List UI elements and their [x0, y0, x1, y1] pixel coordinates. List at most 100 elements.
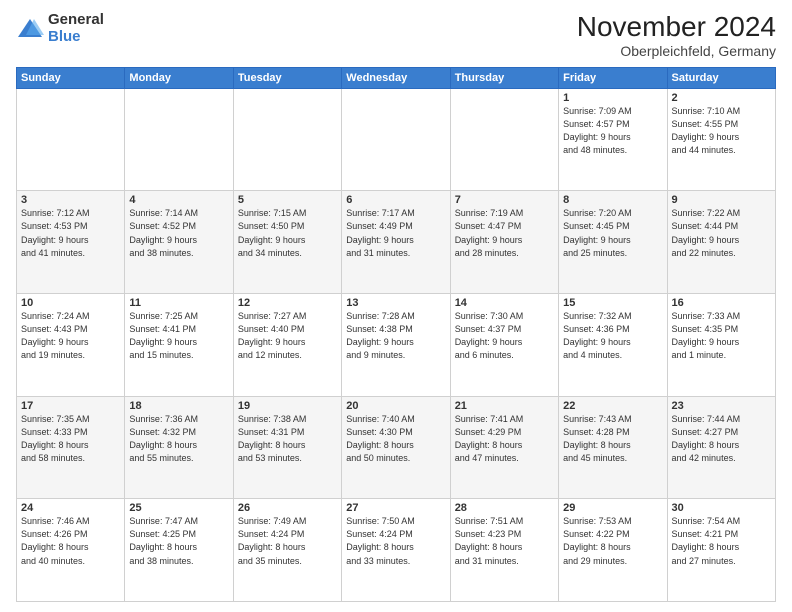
- day-info: Sunrise: 7:24 AM Sunset: 4:43 PM Dayligh…: [21, 310, 120, 362]
- day-number: 21: [455, 400, 554, 412]
- day-number: 26: [238, 502, 337, 514]
- day-number: 15: [563, 297, 662, 309]
- col-sunday: Sunday: [17, 67, 125, 88]
- day-number: 27: [346, 502, 445, 514]
- day-info: Sunrise: 7:51 AM Sunset: 4:23 PM Dayligh…: [455, 515, 554, 567]
- day-info: Sunrise: 7:49 AM Sunset: 4:24 PM Dayligh…: [238, 515, 337, 567]
- logo-icon: [16, 15, 44, 43]
- day-number: 23: [672, 400, 771, 412]
- calendar-cell-w2d3: 13Sunrise: 7:28 AM Sunset: 4:38 PM Dayli…: [342, 294, 450, 397]
- day-number: 6: [346, 194, 445, 206]
- calendar-cell-w3d2: 19Sunrise: 7:38 AM Sunset: 4:31 PM Dayli…: [233, 396, 341, 499]
- month-year-title: November 2024: [577, 12, 776, 43]
- calendar-cell-w1d4: 7Sunrise: 7:19 AM Sunset: 4:47 PM Daylig…: [450, 191, 558, 294]
- header: General Blue November 2024 Oberpleichfel…: [16, 12, 776, 59]
- title-block: November 2024 Oberpleichfeld, Germany: [577, 12, 776, 59]
- day-info: Sunrise: 7:41 AM Sunset: 4:29 PM Dayligh…: [455, 413, 554, 465]
- calendar-week-row-0: 1Sunrise: 7:09 AM Sunset: 4:57 PM Daylig…: [17, 88, 776, 191]
- day-info: Sunrise: 7:44 AM Sunset: 4:27 PM Dayligh…: [672, 413, 771, 465]
- day-info: Sunrise: 7:27 AM Sunset: 4:40 PM Dayligh…: [238, 310, 337, 362]
- day-number: 14: [455, 297, 554, 309]
- day-info: Sunrise: 7:19 AM Sunset: 4:47 PM Dayligh…: [455, 207, 554, 259]
- day-number: 30: [672, 502, 771, 514]
- day-info: Sunrise: 7:17 AM Sunset: 4:49 PM Dayligh…: [346, 207, 445, 259]
- day-info: Sunrise: 7:22 AM Sunset: 4:44 PM Dayligh…: [672, 207, 771, 259]
- calendar-cell-w3d1: 18Sunrise: 7:36 AM Sunset: 4:32 PM Dayli…: [125, 396, 233, 499]
- day-info: Sunrise: 7:12 AM Sunset: 4:53 PM Dayligh…: [21, 207, 120, 259]
- calendar-cell-w3d6: 23Sunrise: 7:44 AM Sunset: 4:27 PM Dayli…: [667, 396, 775, 499]
- day-info: Sunrise: 7:30 AM Sunset: 4:37 PM Dayligh…: [455, 310, 554, 362]
- day-info: Sunrise: 7:20 AM Sunset: 4:45 PM Dayligh…: [563, 207, 662, 259]
- day-number: 20: [346, 400, 445, 412]
- day-number: 10: [21, 297, 120, 309]
- logo-blue: Blue: [48, 29, 104, 46]
- calendar-cell-w4d2: 26Sunrise: 7:49 AM Sunset: 4:24 PM Dayli…: [233, 499, 341, 602]
- day-info: Sunrise: 7:53 AM Sunset: 4:22 PM Dayligh…: [563, 515, 662, 567]
- location-title: Oberpleichfeld, Germany: [577, 43, 776, 59]
- day-info: Sunrise: 7:36 AM Sunset: 4:32 PM Dayligh…: [129, 413, 228, 465]
- calendar-cell-w1d6: 9Sunrise: 7:22 AM Sunset: 4:44 PM Daylig…: [667, 191, 775, 294]
- day-number: 5: [238, 194, 337, 206]
- col-saturday: Saturday: [667, 67, 775, 88]
- day-info: Sunrise: 7:10 AM Sunset: 4:55 PM Dayligh…: [672, 105, 771, 157]
- calendar-cell-w4d1: 25Sunrise: 7:47 AM Sunset: 4:25 PM Dayli…: [125, 499, 233, 602]
- calendar-cell-w2d2: 12Sunrise: 7:27 AM Sunset: 4:40 PM Dayli…: [233, 294, 341, 397]
- calendar-cell-w3d5: 22Sunrise: 7:43 AM Sunset: 4:28 PM Dayli…: [559, 396, 667, 499]
- day-info: Sunrise: 7:09 AM Sunset: 4:57 PM Dayligh…: [563, 105, 662, 157]
- day-info: Sunrise: 7:40 AM Sunset: 4:30 PM Dayligh…: [346, 413, 445, 465]
- calendar-cell-w1d2: 5Sunrise: 7:15 AM Sunset: 4:50 PM Daylig…: [233, 191, 341, 294]
- calendar-cell-w3d0: 17Sunrise: 7:35 AM Sunset: 4:33 PM Dayli…: [17, 396, 125, 499]
- day-info: Sunrise: 7:33 AM Sunset: 4:35 PM Dayligh…: [672, 310, 771, 362]
- day-number: 9: [672, 194, 771, 206]
- calendar-cell-w2d5: 15Sunrise: 7:32 AM Sunset: 4:36 PM Dayli…: [559, 294, 667, 397]
- day-number: 12: [238, 297, 337, 309]
- calendar-week-row-2: 10Sunrise: 7:24 AM Sunset: 4:43 PM Dayli…: [17, 294, 776, 397]
- calendar-cell-w0d4: [450, 88, 558, 191]
- logo-general: General: [48, 12, 104, 29]
- calendar-cell-w0d2: [233, 88, 341, 191]
- day-info: Sunrise: 7:46 AM Sunset: 4:26 PM Dayligh…: [21, 515, 120, 567]
- calendar-cell-w2d0: 10Sunrise: 7:24 AM Sunset: 4:43 PM Dayli…: [17, 294, 125, 397]
- day-info: Sunrise: 7:43 AM Sunset: 4:28 PM Dayligh…: [563, 413, 662, 465]
- day-number: 17: [21, 400, 120, 412]
- day-number: 29: [563, 502, 662, 514]
- calendar-week-row-4: 24Sunrise: 7:46 AM Sunset: 4:26 PM Dayli…: [17, 499, 776, 602]
- day-info: Sunrise: 7:14 AM Sunset: 4:52 PM Dayligh…: [129, 207, 228, 259]
- col-thursday: Thursday: [450, 67, 558, 88]
- calendar-cell-w3d3: 20Sunrise: 7:40 AM Sunset: 4:30 PM Dayli…: [342, 396, 450, 499]
- calendar-header-row: Sunday Monday Tuesday Wednesday Thursday…: [17, 67, 776, 88]
- calendar-cell-w0d0: [17, 88, 125, 191]
- day-number: 22: [563, 400, 662, 412]
- day-number: 4: [129, 194, 228, 206]
- calendar-cell-w4d0: 24Sunrise: 7:46 AM Sunset: 4:26 PM Dayli…: [17, 499, 125, 602]
- col-friday: Friday: [559, 67, 667, 88]
- day-number: 18: [129, 400, 228, 412]
- day-number: 11: [129, 297, 228, 309]
- day-info: Sunrise: 7:54 AM Sunset: 4:21 PM Dayligh…: [672, 515, 771, 567]
- calendar-cell-w0d5: 1Sunrise: 7:09 AM Sunset: 4:57 PM Daylig…: [559, 88, 667, 191]
- calendar-cell-w0d1: [125, 88, 233, 191]
- calendar-cell-w2d1: 11Sunrise: 7:25 AM Sunset: 4:41 PM Dayli…: [125, 294, 233, 397]
- calendar-cell-w0d6: 2Sunrise: 7:10 AM Sunset: 4:55 PM Daylig…: [667, 88, 775, 191]
- calendar-cell-w3d4: 21Sunrise: 7:41 AM Sunset: 4:29 PM Dayli…: [450, 396, 558, 499]
- day-info: Sunrise: 7:47 AM Sunset: 4:25 PM Dayligh…: [129, 515, 228, 567]
- day-info: Sunrise: 7:50 AM Sunset: 4:24 PM Dayligh…: [346, 515, 445, 567]
- calendar-cell-w4d3: 27Sunrise: 7:50 AM Sunset: 4:24 PM Dayli…: [342, 499, 450, 602]
- calendar-cell-w4d5: 29Sunrise: 7:53 AM Sunset: 4:22 PM Dayli…: [559, 499, 667, 602]
- day-info: Sunrise: 7:28 AM Sunset: 4:38 PM Dayligh…: [346, 310, 445, 362]
- day-info: Sunrise: 7:15 AM Sunset: 4:50 PM Dayligh…: [238, 207, 337, 259]
- calendar-cell-w2d6: 16Sunrise: 7:33 AM Sunset: 4:35 PM Dayli…: [667, 294, 775, 397]
- calendar: Sunday Monday Tuesday Wednesday Thursday…: [16, 67, 776, 602]
- calendar-week-row-3: 17Sunrise: 7:35 AM Sunset: 4:33 PM Dayli…: [17, 396, 776, 499]
- calendar-cell-w1d5: 8Sunrise: 7:20 AM Sunset: 4:45 PM Daylig…: [559, 191, 667, 294]
- calendar-cell-w4d4: 28Sunrise: 7:51 AM Sunset: 4:23 PM Dayli…: [450, 499, 558, 602]
- calendar-cell-w2d4: 14Sunrise: 7:30 AM Sunset: 4:37 PM Dayli…: [450, 294, 558, 397]
- day-number: 13: [346, 297, 445, 309]
- day-info: Sunrise: 7:25 AM Sunset: 4:41 PM Dayligh…: [129, 310, 228, 362]
- page: General Blue November 2024 Oberpleichfel…: [0, 0, 792, 612]
- calendar-cell-w1d1: 4Sunrise: 7:14 AM Sunset: 4:52 PM Daylig…: [125, 191, 233, 294]
- logo-text: General Blue: [48, 12, 104, 45]
- day-number: 1: [563, 92, 662, 104]
- calendar-cell-w0d3: [342, 88, 450, 191]
- logo: General Blue: [16, 12, 104, 45]
